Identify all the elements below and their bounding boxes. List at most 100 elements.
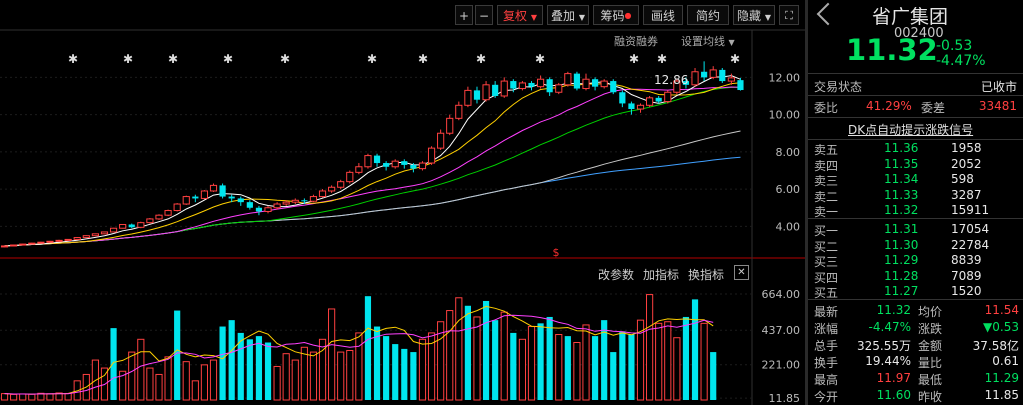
volume-bar (492, 320, 499, 400)
volume-bar (209, 359, 218, 401)
event-star-icon: ✱ (657, 52, 667, 66)
candle-body (528, 82, 535, 87)
candle-body (518, 82, 526, 90)
candle-body (373, 155, 381, 164)
volume-bar (64, 392, 72, 401)
candle-body (237, 198, 244, 203)
price-axis-label: 4.00 (776, 220, 801, 233)
bid-label: 买四 (814, 270, 839, 285)
divider (808, 218, 1023, 219)
bid-label: 买二 (814, 239, 839, 254)
volume-bar (500, 311, 508, 401)
stat-label: 涨跌 (918, 322, 943, 336)
weicha-value: 33481 (978, 99, 1017, 113)
volume-axis-label: 437.00 (762, 324, 801, 337)
ask-label: 卖四 (814, 158, 839, 173)
volume-bar (300, 346, 308, 401)
volume-bar (628, 334, 635, 400)
event-star-icon: ✱ (730, 52, 740, 66)
stat-label: 金额 (918, 339, 943, 353)
candle-body (255, 207, 263, 212)
volume-bar (518, 338, 526, 401)
stat-label: 最新 (814, 305, 839, 319)
volume-bar (191, 380, 199, 401)
event-star-icon: ✱ (280, 52, 290, 66)
peak-price-label: 12.86 (654, 73, 688, 87)
stat-value: 11.29 (984, 371, 1019, 385)
divider (808, 299, 1023, 300)
candle-body (600, 80, 608, 88)
volume-bar (137, 338, 145, 401)
volume-bar (392, 344, 399, 400)
volume-axis-label: 221.00 (762, 359, 801, 372)
candle-body (355, 166, 363, 173)
stat-value: 0.61 (992, 354, 1019, 368)
dividend-marker-icon: $ (553, 246, 560, 259)
volume-bar (128, 351, 136, 401)
volume-bar (255, 336, 263, 400)
volume-bar (573, 342, 581, 401)
weibi-label: 委比 (814, 101, 839, 115)
stat-value: 11.60 (876, 388, 911, 402)
volume-bar (174, 310, 181, 400)
ask-price: 11.33 (884, 187, 919, 202)
volume-bar (510, 332, 517, 400)
divider (808, 73, 1023, 74)
bid-volume: 8839 (951, 253, 982, 267)
volume-bar (10, 393, 18, 401)
candle-body (28, 242, 36, 245)
volume-axis-label: 11.85 (769, 392, 801, 405)
candle-body (55, 239, 63, 242)
volume-bar (555, 334, 563, 401)
candle-body (719, 69, 726, 82)
price-axis-label: 8.00 (776, 146, 801, 159)
volume-bar (346, 349, 354, 401)
bid-price: 11.27 (884, 284, 919, 298)
stat-value: 325.55万 (857, 339, 911, 353)
candle-body (192, 196, 199, 199)
price-axis-label: 6.00 (776, 183, 801, 196)
candle-body (610, 81, 617, 93)
volume-bar (328, 308, 336, 401)
stat-label: 今开 (814, 390, 839, 404)
volume-bar (710, 352, 717, 400)
volume-bar (537, 323, 544, 400)
candle-body (273, 203, 281, 209)
bid-volume: 22784 (951, 237, 990, 252)
candle-body (410, 164, 417, 169)
price-change: -0.53 (936, 38, 973, 54)
candle-body (646, 97, 654, 106)
last-price: 11.32 (846, 33, 938, 67)
dk-signal-link[interactable]: DK点自动提示涨跌信号 (848, 121, 973, 138)
kline-panel[interactable]: + − 复权 ▼ 叠加 ▼ 筹码● 画线 简约 隐藏 ▼ ⛶ 融资融券 设置均线… (0, 0, 805, 405)
volume-bar (337, 351, 345, 401)
volume-bar (682, 316, 690, 400)
bid-label: 买一 (814, 224, 839, 238)
volume-bar (309, 351, 318, 401)
weibi-value: 41.29% (866, 99, 912, 113)
volume-bar (527, 326, 536, 401)
volume-bar (182, 361, 190, 401)
event-star-icon: ✱ (68, 52, 78, 66)
event-star-icon: ✱ (367, 52, 377, 66)
candle-body (19, 243, 27, 246)
candle-body (137, 222, 145, 228)
candle-body (364, 155, 372, 168)
candle-body (318, 190, 327, 198)
volume-bar (155, 373, 163, 401)
ask-price: 11.34 (884, 172, 919, 186)
bid-price: 11.28 (884, 268, 919, 283)
candle-body (536, 78, 545, 88)
volume-bar (164, 356, 172, 401)
candle-body (636, 104, 645, 110)
back-arrow-icon[interactable] (816, 2, 840, 26)
candle-body (73, 237, 81, 240)
candle-body (82, 235, 90, 239)
candle-body (128, 224, 135, 228)
ask-volume: 598 (951, 172, 974, 186)
candle-body (427, 147, 436, 164)
volume-bar (673, 337, 681, 401)
volume-bar (455, 297, 463, 401)
stat-value: 11.85 (984, 388, 1019, 402)
ask-volume: 15911 (951, 203, 990, 217)
